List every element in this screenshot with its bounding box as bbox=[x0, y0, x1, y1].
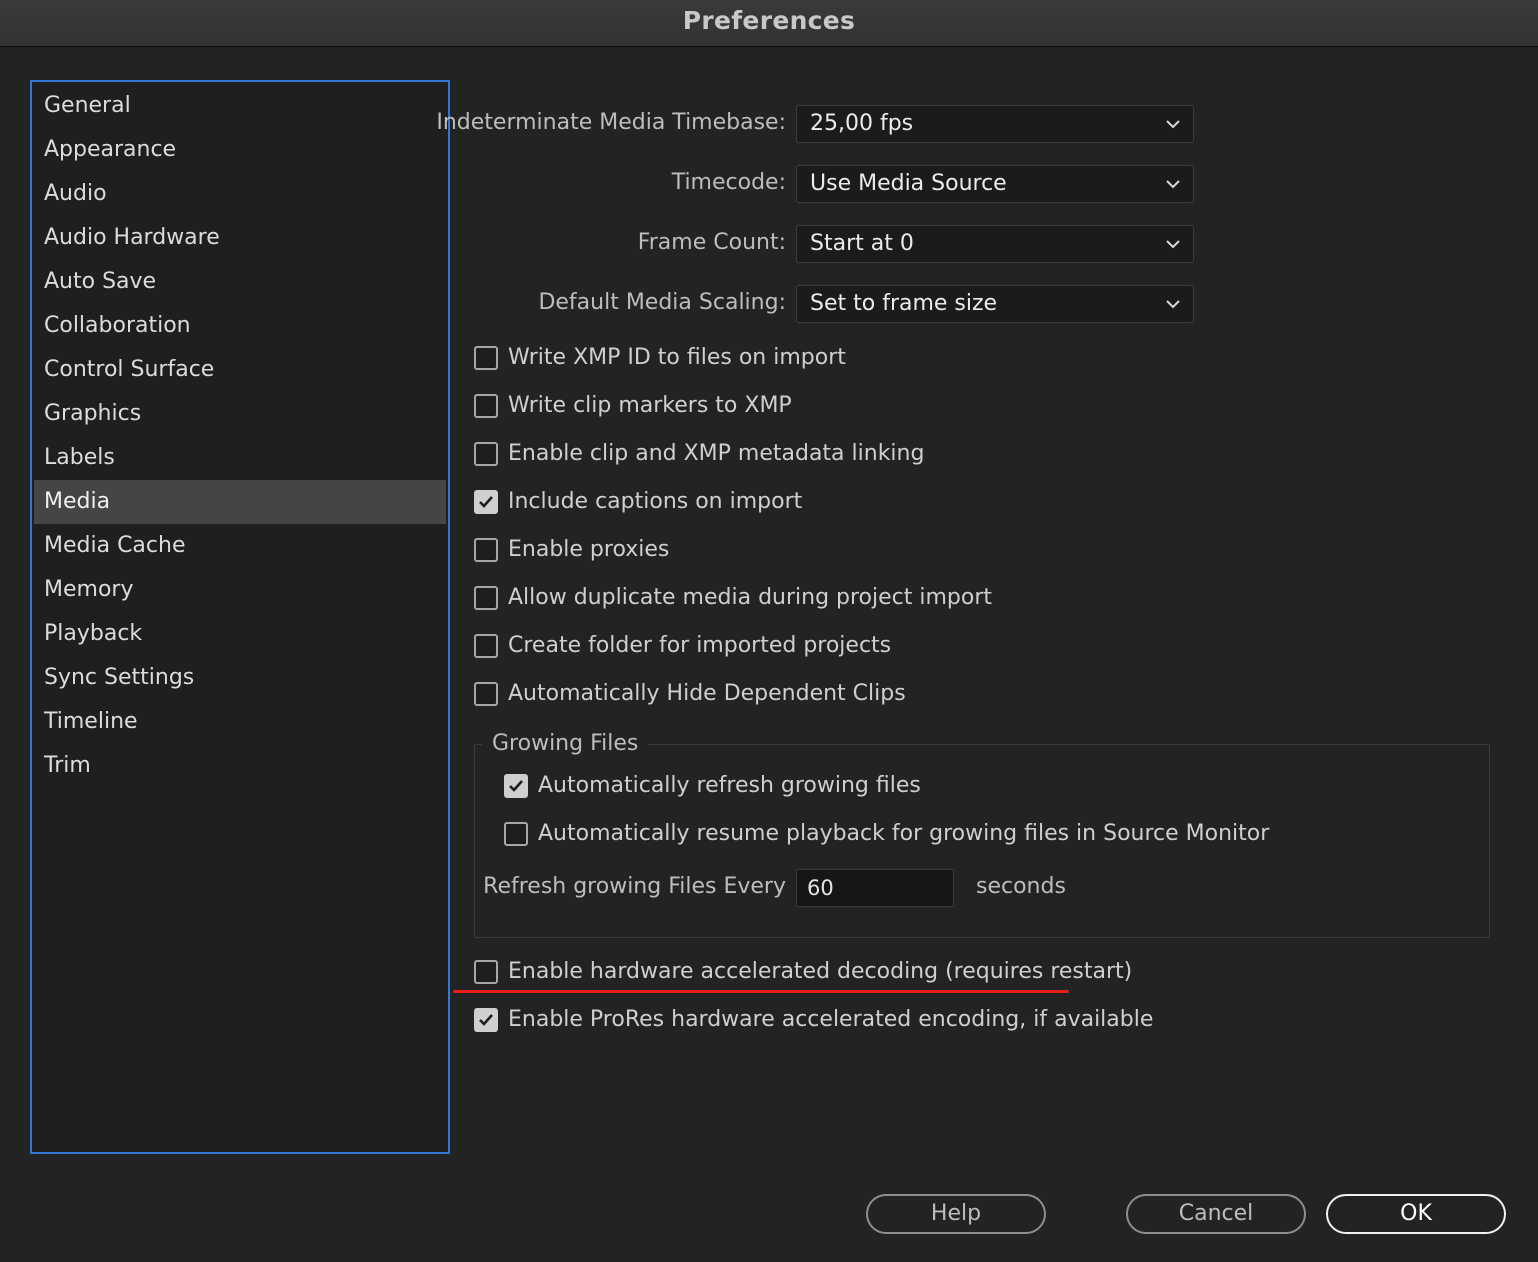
checkbox-unchecked-icon[interactable] bbox=[474, 394, 498, 418]
chevron-down-icon bbox=[1166, 120, 1180, 129]
refresh-interval-unit: seconds bbox=[976, 874, 1066, 899]
scaling-label: Default Media Scaling: bbox=[538, 290, 786, 315]
checkbox-label: Automatically refresh growing files bbox=[538, 773, 921, 798]
checkmark-icon bbox=[479, 496, 493, 508]
checkbox-label: Write XMP ID to files on import bbox=[508, 345, 846, 370]
checkbox-label: Enable ProRes hardware accelerated encod… bbox=[508, 1007, 1154, 1032]
timebase-value: 25,00 fps bbox=[810, 111, 914, 136]
growing-files-title: Growing Files bbox=[482, 728, 649, 760]
ok-button[interactable]: OK bbox=[1326, 1194, 1506, 1234]
sidebar-item-memory[interactable]: Memory bbox=[34, 568, 446, 612]
sidebar-item-timeline[interactable]: Timeline bbox=[34, 700, 446, 744]
scaling-value: Set to frame size bbox=[810, 291, 998, 316]
sidebar-item-collaboration[interactable]: Collaboration bbox=[34, 304, 446, 348]
sidebar-item-sync-settings[interactable]: Sync Settings bbox=[34, 656, 446, 700]
preferences-category-list[interactable]: General Appearance Audio Audio Hardware … bbox=[30, 80, 450, 1154]
checkbox-unchecked-icon[interactable] bbox=[474, 682, 498, 706]
sidebar-item-playback[interactable]: Playback bbox=[34, 612, 446, 656]
checkbox-label: Create folder for imported projects bbox=[508, 633, 892, 658]
checkbox-label: Enable clip and XMP metadata linking bbox=[508, 441, 925, 466]
checkbox-unchecked-icon[interactable] bbox=[474, 442, 498, 466]
checkbox-label: Automatically resume playback for growin… bbox=[538, 821, 1270, 846]
preferences-window: Preferences General Appearance Audio Aud… bbox=[0, 0, 1538, 1262]
checkbox-checked-icon[interactable] bbox=[474, 1008, 498, 1032]
red-underline-annotation bbox=[453, 990, 1069, 993]
timebase-label: Indeterminate Media Timebase: bbox=[436, 110, 786, 135]
sidebar-item-control-surface[interactable]: Control Surface bbox=[34, 348, 446, 392]
checkbox-label: Enable hardware accelerated decoding (re… bbox=[508, 959, 1133, 984]
checkbox-unchecked-icon[interactable] bbox=[474, 538, 498, 562]
sidebar-item-labels[interactable]: Labels bbox=[34, 436, 446, 480]
checkbox-unchecked-icon[interactable] bbox=[474, 586, 498, 610]
cancel-button[interactable]: Cancel bbox=[1126, 1194, 1306, 1234]
checkmark-icon bbox=[509, 780, 523, 792]
checkbox-label: Write clip markers to XMP bbox=[508, 393, 792, 418]
sidebar-item-general[interactable]: General bbox=[34, 84, 446, 128]
frame-count-label: Frame Count: bbox=[637, 230, 786, 255]
sidebar-item-media[interactable]: Media bbox=[34, 480, 446, 524]
scaling-dropdown[interactable]: Set to frame size bbox=[796, 285, 1194, 323]
sidebar-item-audio[interactable]: Audio bbox=[34, 172, 446, 216]
timecode-value: Use Media Source bbox=[810, 171, 1007, 196]
checkbox-checked-icon[interactable] bbox=[504, 774, 528, 798]
frame-count-value: Start at 0 bbox=[810, 231, 914, 256]
checkbox-checked-icon[interactable] bbox=[474, 490, 498, 514]
checkbox-unchecked-icon[interactable] bbox=[474, 346, 498, 370]
sidebar-item-auto-save[interactable]: Auto Save bbox=[34, 260, 446, 304]
chevron-down-icon bbox=[1166, 180, 1180, 189]
checkbox-unchecked-icon[interactable] bbox=[474, 634, 498, 658]
checkbox-label: Include captions on import bbox=[508, 489, 803, 514]
sidebar-item-appearance[interactable]: Appearance bbox=[34, 128, 446, 172]
timecode-dropdown[interactable]: Use Media Source bbox=[796, 165, 1194, 203]
timecode-label: Timecode: bbox=[671, 170, 786, 195]
chevron-down-icon bbox=[1166, 300, 1180, 309]
refresh-interval-label: Refresh growing Files Every bbox=[483, 874, 786, 899]
checkbox-label: Automatically Hide Dependent Clips bbox=[508, 681, 906, 706]
sidebar-item-audio-hardware[interactable]: Audio Hardware bbox=[34, 216, 446, 260]
timebase-dropdown[interactable]: 25,00 fps bbox=[796, 105, 1194, 143]
window-title: Preferences bbox=[0, 0, 1538, 47]
checkbox-unchecked-icon[interactable] bbox=[474, 960, 498, 984]
sidebar-item-media-cache[interactable]: Media Cache bbox=[34, 524, 446, 568]
refresh-interval-input[interactable] bbox=[796, 869, 954, 907]
sidebar-item-trim[interactable]: Trim bbox=[34, 744, 446, 788]
checkbox-unchecked-icon[interactable] bbox=[504, 822, 528, 846]
sidebar-item-graphics[interactable]: Graphics bbox=[34, 392, 446, 436]
checkmark-icon bbox=[479, 1014, 493, 1026]
checkbox-label: Enable proxies bbox=[508, 537, 670, 562]
checkbox-label: Allow duplicate media during project imp… bbox=[508, 585, 993, 610]
frame-count-dropdown[interactable]: Start at 0 bbox=[796, 225, 1194, 263]
help-button[interactable]: Help bbox=[866, 1194, 1046, 1234]
chevron-down-icon bbox=[1166, 240, 1180, 249]
